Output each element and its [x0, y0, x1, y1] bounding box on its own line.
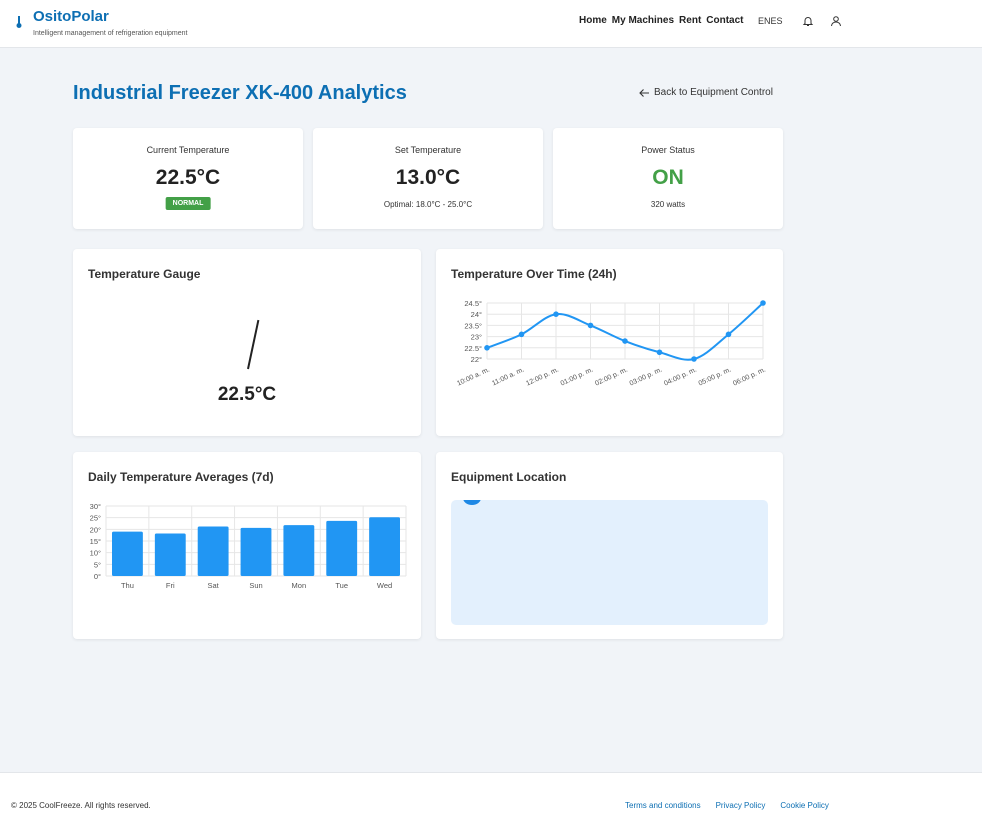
terms-link[interactable]: Terms and conditions — [625, 801, 701, 810]
data-point — [691, 356, 697, 362]
x-tick-label: Sat — [208, 581, 220, 590]
back-link-label: Back to Equipment Control — [654, 87, 773, 98]
data-point — [553, 311, 559, 317]
x-tick-label: 03:00 p. m. — [629, 366, 664, 387]
bar — [154, 533, 186, 576]
stat-value: ON — [652, 166, 684, 189]
x-tick-label: 11:00 a. m. — [491, 366, 525, 387]
y-tick-label: 25° — [90, 514, 101, 523]
y-tick-label: 23.5° — [464, 321, 482, 330]
data-point — [656, 349, 663, 356]
temperature-over-time-card: Temperature Over Time (24h) 22° 22.5° 23° 2… — [436, 249, 783, 436]
y-tick-label: 15° — [90, 537, 101, 546]
x-tick-label: Mon — [292, 581, 307, 590]
bar — [112, 531, 143, 576]
y-tick-label: 5° — [94, 560, 101, 569]
y-tick-label: 0° — [94, 572, 101, 581]
temperature-gauge-card: Temperature Gauge — [73, 249, 421, 436]
privacy-link[interactable]: Privacy Policy — [716, 801, 766, 810]
language-switcher: EN ES — [758, 16, 783, 26]
data-point — [587, 322, 594, 329]
brand-name[interactable]: OsitoPolar — [33, 8, 109, 25]
stat-value: 13.0°C — [395, 166, 461, 189]
y-tick-label: 10° — [90, 549, 101, 558]
current-temperature-card: Current Temperature 22.5°C NORMAL — [73, 128, 303, 229]
y-tick-label: 24° — [471, 310, 482, 319]
x-tick-label: 06:00 p. m. — [732, 366, 767, 387]
x-tick-label: Fri — [166, 581, 175, 590]
lang-es[interactable]: ES — [771, 16, 783, 26]
bar — [326, 520, 358, 576]
data-point — [760, 300, 766, 306]
stat-label: Set Temperature — [394, 145, 462, 155]
back-to-equipment-link[interactable]: Back to Equipment Control — [638, 87, 773, 98]
stat-label: Power Status — [641, 145, 695, 155]
x-tick-label: Wed — [377, 581, 392, 590]
x-tick-label: Thu — [121, 581, 134, 590]
panel-title: Equipment Location — [451, 470, 567, 484]
brand-tagline: Intelligent management of refrigeration … — [33, 30, 188, 37]
set-temperature-card: Set Temperature 13.0°C Optimal: 18.0°C -… — [313, 128, 543, 229]
stat-label: Current Temperature — [146, 145, 230, 155]
y-tick-label: 24.5° — [464, 299, 482, 308]
x-tick-label: Tue — [335, 581, 348, 590]
thermometer-icon — [16, 16, 22, 28]
x-tick-label: Sun — [249, 581, 262, 590]
x-tick-label: 01:00 p. m. — [560, 366, 595, 387]
y-tick-label: 20° — [90, 525, 101, 534]
user-icon[interactable] — [830, 15, 842, 27]
y-tick-label: 22.5° — [464, 344, 482, 353]
bar-chart: 0° 5° 10° 15° 20° 25° 30° Thu Fri Sat Sun Mon Tue Wed — [90, 502, 407, 590]
status-badge: NORMAL — [165, 197, 211, 210]
nav-my-machines[interactable]: My Machines — [612, 15, 674, 26]
line-chart: 22° 22.5° 23° 23.5° 24° 24.5° 10:00 a. m. 11:00… — [456, 299, 767, 388]
bell-icon[interactable] — [802, 15, 814, 27]
top-header: OsitoPolar Intelligent management of ref… — [0, 0, 982, 48]
cookie-link[interactable]: Cookie Policy — [780, 801, 828, 810]
y-tick-label: 23° — [471, 333, 482, 342]
page-footer: © 2025 CoolFreeze. All rights reserved. … — [0, 772, 982, 831]
x-tick-label: 12:00 p. m. — [525, 366, 560, 387]
gauge-value: 22.5°C — [217, 384, 277, 405]
stat-value: 22.5°C — [155, 166, 221, 189]
x-tick-label: 05:00 p. m. — [698, 366, 733, 387]
footer-links: Terms and conditions Privacy Policy Cook… — [625, 801, 829, 810]
data-point — [518, 331, 525, 338]
nav-rent[interactable]: Rent — [679, 15, 701, 26]
y-tick-label: 22° — [471, 355, 482, 364]
bar — [369, 517, 400, 576]
data-point — [484, 345, 490, 351]
copyright-text: © 2025 CoolFreeze. All rights reserved. — [11, 801, 151, 810]
data-point — [622, 338, 628, 344]
map-marker-icon[interactable] — [463, 500, 481, 505]
daily-averages-card: Daily Temperature Averages (7d) 0° 5° 10° 1… — [73, 452, 421, 639]
bar — [197, 526, 229, 576]
lang-en[interactable]: EN — [758, 16, 771, 26]
location-map[interactable] — [451, 500, 768, 625]
stat-sub: 320 watts — [650, 200, 686, 209]
data-point — [725, 331, 732, 338]
power-status-card: Power Status ON 320 watts — [553, 128, 783, 229]
nav-home[interactable]: Home — [579, 15, 607, 26]
stat-sub: Optimal: 18.0°C - 25.0°C — [383, 200, 473, 209]
bar — [240, 527, 272, 576]
x-tick-label: 10:00 a. m. — [456, 366, 491, 387]
arrow-left-icon — [639, 88, 649, 97]
main-nav: Home My Machines Rent Contact — [579, 15, 744, 26]
nav-contact[interactable]: Contact — [706, 15, 743, 26]
y-tick-label: 30° — [90, 502, 101, 511]
bar — [283, 525, 315, 576]
panel-title: Temperature Gauge — [88, 267, 201, 281]
x-tick-label: 04:00 p. m. — [663, 366, 698, 387]
x-tick-label: 02:00 p. m. — [594, 366, 629, 387]
page-title: Industrial Freezer XK-400 Analytics — [73, 82, 407, 104]
